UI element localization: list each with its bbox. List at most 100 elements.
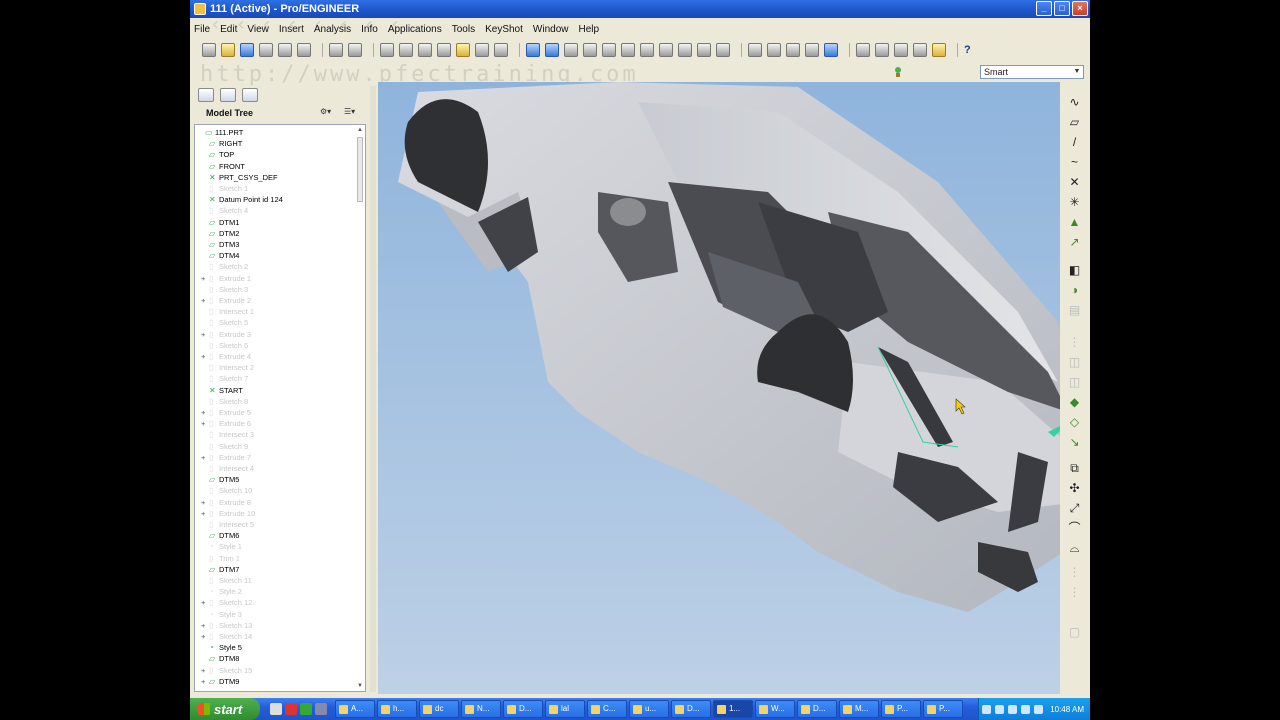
analysis-tool-icon[interactable]: ▲ [1067, 216, 1082, 229]
csys-toggle-icon[interactable] [913, 43, 927, 57]
new-file-icon[interactable] [202, 43, 216, 57]
undo-icon[interactable] [329, 43, 343, 57]
minimize-button[interactable]: _ [1036, 1, 1052, 16]
show-desktop-icon[interactable] [270, 703, 282, 715]
menu-file[interactable]: File [194, 24, 210, 35]
navigator-sash[interactable] [370, 86, 376, 692]
taskbar-button[interactable]: lal [545, 700, 585, 718]
tree-item[interactable]: ▯ Sketch 11 [201, 575, 252, 586]
copy-icon[interactable] [399, 43, 413, 57]
saved-views-icon[interactable] [678, 43, 692, 57]
extend-tool-icon[interactable]: ⋮ [1067, 586, 1082, 599]
pattern-tool-icon[interactable]: ▢ [1067, 626, 1082, 639]
extrude-tool-icon[interactable]: ◧ [1067, 264, 1082, 277]
close-button[interactable]: × [1072, 1, 1088, 16]
redo-icon[interactable] [348, 43, 362, 57]
expand-icon[interactable]: + [201, 665, 209, 676]
tree-item[interactable]: ✕ PRT_CSYS_DEF [201, 172, 278, 183]
menu-keyshot[interactable]: KeyShot [485, 24, 523, 35]
hole-tool-icon[interactable]: ◫ [1067, 356, 1082, 369]
tree-item[interactable]: + ▱ DTM9 [201, 676, 239, 687]
tree-item[interactable]: + ▯ Sketch 15 [201, 665, 252, 676]
enhanced-realism-icon[interactable] [824, 43, 838, 57]
taskbar-button[interactable]: M... [839, 700, 879, 718]
scroll-up-icon[interactable]: ▲ [357, 127, 363, 133]
tree-item[interactable]: ▭ 111.PRT [197, 127, 243, 138]
expand-icon[interactable]: + [201, 497, 209, 508]
datum-planes-toggle-icon[interactable] [856, 43, 870, 57]
menu-help[interactable]: Help [578, 24, 599, 35]
tree-item[interactable]: + ▯ Extrude 2 [201, 295, 251, 306]
tree-item[interactable]: ▯ Sketch 10 [201, 485, 252, 496]
datum-axes-toggle-icon[interactable] [875, 43, 889, 57]
browser-quicklaunch-icon[interactable] [300, 703, 312, 715]
expand-icon[interactable]: + [201, 351, 209, 362]
tree-item[interactable]: ▯ Sketch 7 [201, 373, 248, 384]
sketch-tool-icon[interactable]: ∿ [1067, 96, 1082, 109]
tree-item[interactable]: ▱ TOP [201, 149, 234, 160]
solidify-tool-icon[interactable]: ⋮ [1067, 566, 1082, 579]
reorient-icon[interactable] [659, 43, 673, 57]
annotations-toggle-icon[interactable] [932, 43, 946, 57]
expand-icon[interactable]: + [201, 273, 209, 284]
scroll-down-icon[interactable]: ▼ [357, 683, 363, 689]
find-icon[interactable] [475, 43, 489, 57]
antivirus-icon[interactable] [1034, 704, 1044, 714]
taskbar-button[interactable]: P... [923, 700, 963, 718]
taskbar-button[interactable]: C... [587, 700, 627, 718]
tree-item[interactable]: + ▯ Extrude 5 [201, 407, 251, 418]
shading-icon[interactable] [583, 43, 597, 57]
tree-item[interactable]: ▱ RIGHT [201, 138, 242, 149]
menu-insert[interactable]: Insert [279, 24, 304, 35]
tree-item[interactable]: + ▯ Extrude 10 [201, 508, 255, 519]
tree-item[interactable]: ▯ Sketch 4 [201, 205, 248, 216]
taskbar-button[interactable]: N... [461, 700, 501, 718]
tree-item[interactable]: + ▯ Extrude 1 [201, 273, 251, 284]
tree-item[interactable]: ▯ Intersect 3 [201, 429, 254, 440]
tree-item[interactable]: ◔ Style 3 [201, 609, 242, 620]
select-box-icon[interactable] [494, 43, 508, 57]
rib-tool-icon[interactable]: ◆ [1067, 396, 1082, 409]
paste-special-icon[interactable] [437, 43, 451, 57]
tree-item[interactable]: ▱ DTM1 [201, 217, 239, 228]
datum-axis-tool-icon[interactable]: / [1067, 136, 1082, 149]
tree-scrollbar-thumb[interactable] [357, 137, 363, 202]
menu-window[interactable]: Window [533, 24, 569, 35]
tree-show-icon[interactable]: ☰▾ [344, 107, 364, 119]
context-help-icon[interactable]: ? [964, 44, 971, 56]
refit-icon[interactable] [640, 43, 654, 57]
mirror-tool-icon[interactable]: ⧉ [1067, 462, 1082, 475]
view-manager-icon[interactable] [716, 43, 730, 57]
tree-item[interactable]: ◔ Style 2 [201, 586, 242, 597]
menu-edit[interactable]: Edit [220, 24, 237, 35]
tree-item[interactable]: ◔ Style 1 [201, 541, 242, 552]
tree-item[interactable]: ▯ Sketch 8 [201, 396, 248, 407]
tree-item[interactable]: + ▯ Extrude 8 [201, 497, 251, 508]
offset-tool-icon[interactable]: ⌒ [1067, 522, 1082, 535]
zoom-out-icon[interactable] [621, 43, 635, 57]
tree-item[interactable]: ◔ Style 5 [201, 642, 242, 653]
tree-item[interactable]: ▯ Intersect 1 [201, 306, 254, 317]
tree-item[interactable]: ▱ DTM7 [201, 564, 239, 575]
draft-tool-icon[interactable]: ◇ [1067, 416, 1082, 429]
tree-item[interactable]: + ▯ Sketch 12 [201, 597, 252, 608]
tree-item[interactable]: ▯ Trim 1 [201, 553, 240, 564]
round-tool-icon[interactable]: ↘ [1067, 436, 1082, 449]
taskbar-button[interactable]: dc [419, 700, 459, 718]
tree-item[interactable]: ▱ DTM8 [201, 653, 239, 664]
no-hidden-icon[interactable] [786, 43, 800, 57]
hidden-line-icon[interactable] [767, 43, 781, 57]
expand-icon[interactable]: + [201, 407, 209, 418]
expand-icon[interactable]: + [201, 452, 209, 463]
taskbar-button[interactable]: 1... [713, 700, 753, 718]
tree-item[interactable]: ▯ Sketch 1 [201, 183, 248, 194]
tree-item[interactable]: + ▯ Sketch 13 [201, 620, 252, 631]
tree-item[interactable]: ▯ Sketch 3 [201, 284, 248, 295]
tree-item[interactable]: + ▯ Extrude 6 [201, 418, 251, 429]
tree-item[interactable]: + ▯ Sketch 14 [201, 631, 252, 642]
expand-icon[interactable]: + [201, 676, 209, 687]
tree-item[interactable]: ▯ Sketch 9 [201, 441, 248, 452]
print-icon[interactable] [259, 43, 273, 57]
expand-icon[interactable]: + [201, 508, 209, 519]
menu-analysis[interactable]: Analysis [314, 24, 351, 35]
